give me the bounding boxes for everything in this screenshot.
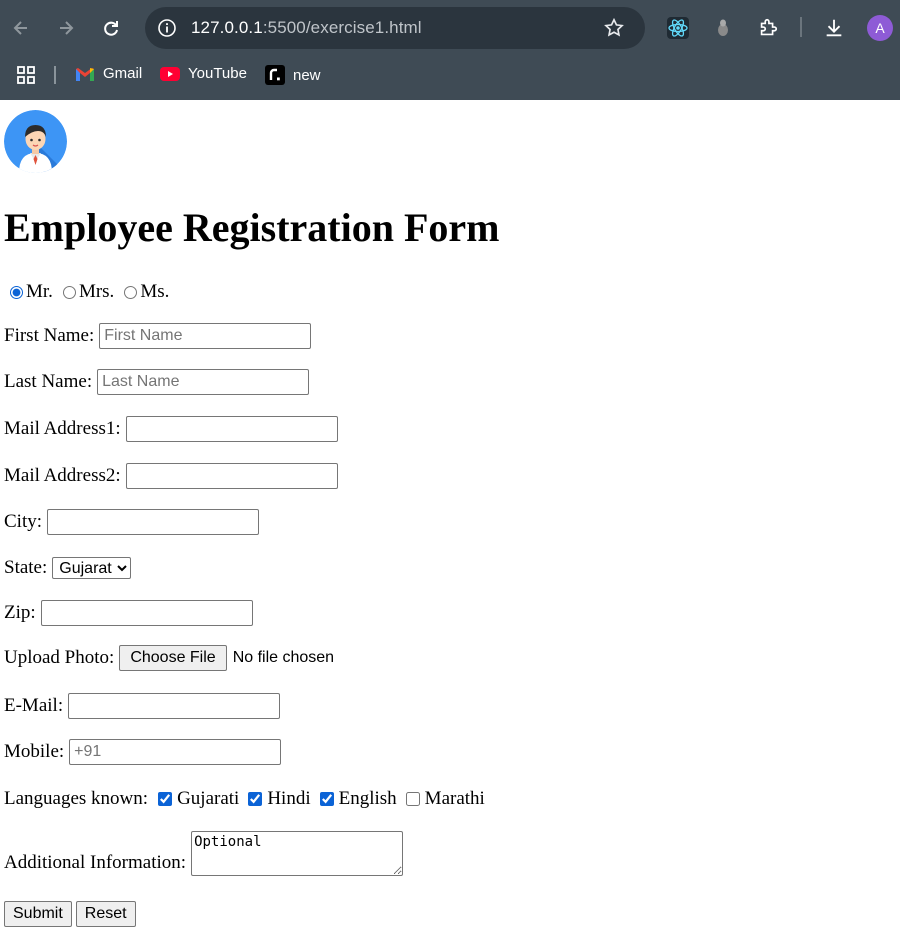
additional-textarea[interactable]: [191, 831, 404, 876]
form-actions: Submit Reset: [4, 901, 140, 927]
state-row: State: Gujarat: [4, 557, 132, 579]
bookmarks-bar: Gmail YouTube new: [0, 62, 900, 88]
site-info-icon[interactable]: [157, 18, 177, 38]
checkbox-hindi-input[interactable]: [248, 792, 263, 806]
radio-mrs[interactable]: Mrs.: [57, 281, 114, 303]
languages-label: Languages known:: [4, 788, 149, 809]
mobile-row: Mobile:: [4, 739, 282, 765]
city-row: City:: [4, 509, 260, 535]
radio-mr-input[interactable]: [10, 285, 23, 299]
state-label: State:: [4, 557, 48, 578]
email-input[interactable]: [68, 693, 281, 719]
checkbox-english[interactable]: English: [315, 788, 397, 810]
mail2-row: Mail Address2:: [4, 463, 338, 489]
radio-mr[interactable]: Mr.: [4, 281, 53, 303]
first-name-label: First Name:: [4, 325, 95, 346]
additional-label: Additional Information:: [4, 852, 187, 873]
mail2-input[interactable]: [125, 463, 338, 489]
mobile-label: Mobile:: [4, 741, 65, 762]
url-text[interactable]: 127.0.0.1:5500/exercise1.html: [191, 18, 422, 38]
choose-file-button[interactable]: Choose File: [119, 645, 227, 671]
additional-row: Additional Information:: [4, 831, 404, 876]
back-arrow-icon[interactable]: [7, 14, 35, 42]
languages-row: Languages known: Gujarati Hindi English …: [4, 788, 489, 810]
radio-ms[interactable]: Ms.: [118, 281, 169, 303]
page-title: Employee Registration Form: [4, 205, 500, 250]
employee-avatar-logo: [4, 110, 67, 173]
salutation-group: Mr. Mrs. Ms.: [4, 281, 173, 303]
zip-row: Zip:: [4, 600, 253, 626]
reset-button[interactable]: Reset: [75, 901, 136, 927]
checkbox-marathi[interactable]: Marathi: [401, 788, 485, 810]
file-status: No file chosen: [232, 649, 335, 666]
checkbox-hindi[interactable]: Hindi: [243, 788, 311, 810]
first-name-input[interactable]: [99, 323, 312, 349]
toolbar-divider: [800, 17, 802, 37]
radio-mrs-input[interactable]: [62, 285, 76, 299]
checkbox-marathi-input[interactable]: [405, 792, 420, 806]
checkbox-gujarati[interactable]: Gujarati: [153, 788, 239, 810]
gmail-icon: [76, 67, 94, 81]
bookmark-star-icon[interactable]: [603, 17, 625, 44]
radio-ms-input[interactable]: [124, 285, 138, 299]
extension-icon[interactable]: [710, 14, 736, 42]
reload-icon[interactable]: [97, 14, 125, 42]
mail1-label: Mail Address1:: [4, 418, 121, 439]
checkbox-english-input[interactable]: [319, 792, 334, 806]
email-label: E-Mail:: [4, 695, 64, 716]
photo-label: Upload Photo:: [4, 647, 115, 668]
city-input[interactable]: [47, 509, 260, 535]
photo-row: Upload Photo: Choose File No file chosen: [4, 645, 334, 671]
checkbox-gujarati-input[interactable]: [158, 792, 173, 806]
bookmark-new[interactable]: new: [265, 65, 321, 85]
email-row: E-Mail:: [4, 693, 281, 719]
forward-arrow-icon[interactable]: [52, 14, 80, 42]
state-select[interactable]: Gujarat: [52, 557, 132, 579]
profile-avatar[interactable]: A: [867, 15, 893, 41]
address-bar[interactable]: 127.0.0.1:5500/exercise1.html: [145, 7, 645, 49]
mail1-row: Mail Address1:: [4, 416, 338, 442]
city-label: City:: [4, 511, 43, 532]
bookmark-gmail[interactable]: Gmail: [75, 65, 142, 82]
mail1-input[interactable]: [125, 416, 338, 442]
download-icon[interactable]: [821, 14, 847, 42]
zip-label: Zip:: [4, 602, 36, 623]
bookmark-youtube[interactable]: YouTube: [160, 65, 247, 82]
browser-chrome: 127.0.0.1:5500/exercise1.html A Gmail Yo…: [0, 0, 900, 100]
zip-input[interactable]: [40, 600, 253, 626]
mobile-input[interactable]: [69, 739, 282, 765]
page-content: Employee Registration Form Mr. Mrs. Ms. …: [0, 100, 900, 950]
react-extension-icon[interactable]: [665, 14, 691, 42]
last-name-row: Last Name:: [4, 369, 310, 395]
mail2-label: Mail Address2:: [4, 465, 121, 486]
bookmarks-divider: [54, 66, 56, 84]
extensions-puzzle-icon[interactable]: [755, 14, 781, 42]
last-name-label: Last Name:: [4, 371, 93, 392]
first-name-row: First Name:: [4, 323, 312, 349]
apps-grid-icon[interactable]: [16, 65, 36, 90]
youtube-icon: [160, 66, 180, 81]
submit-button[interactable]: Submit: [4, 901, 72, 927]
new-icon: [265, 65, 285, 85]
last-name-input[interactable]: [97, 369, 310, 395]
